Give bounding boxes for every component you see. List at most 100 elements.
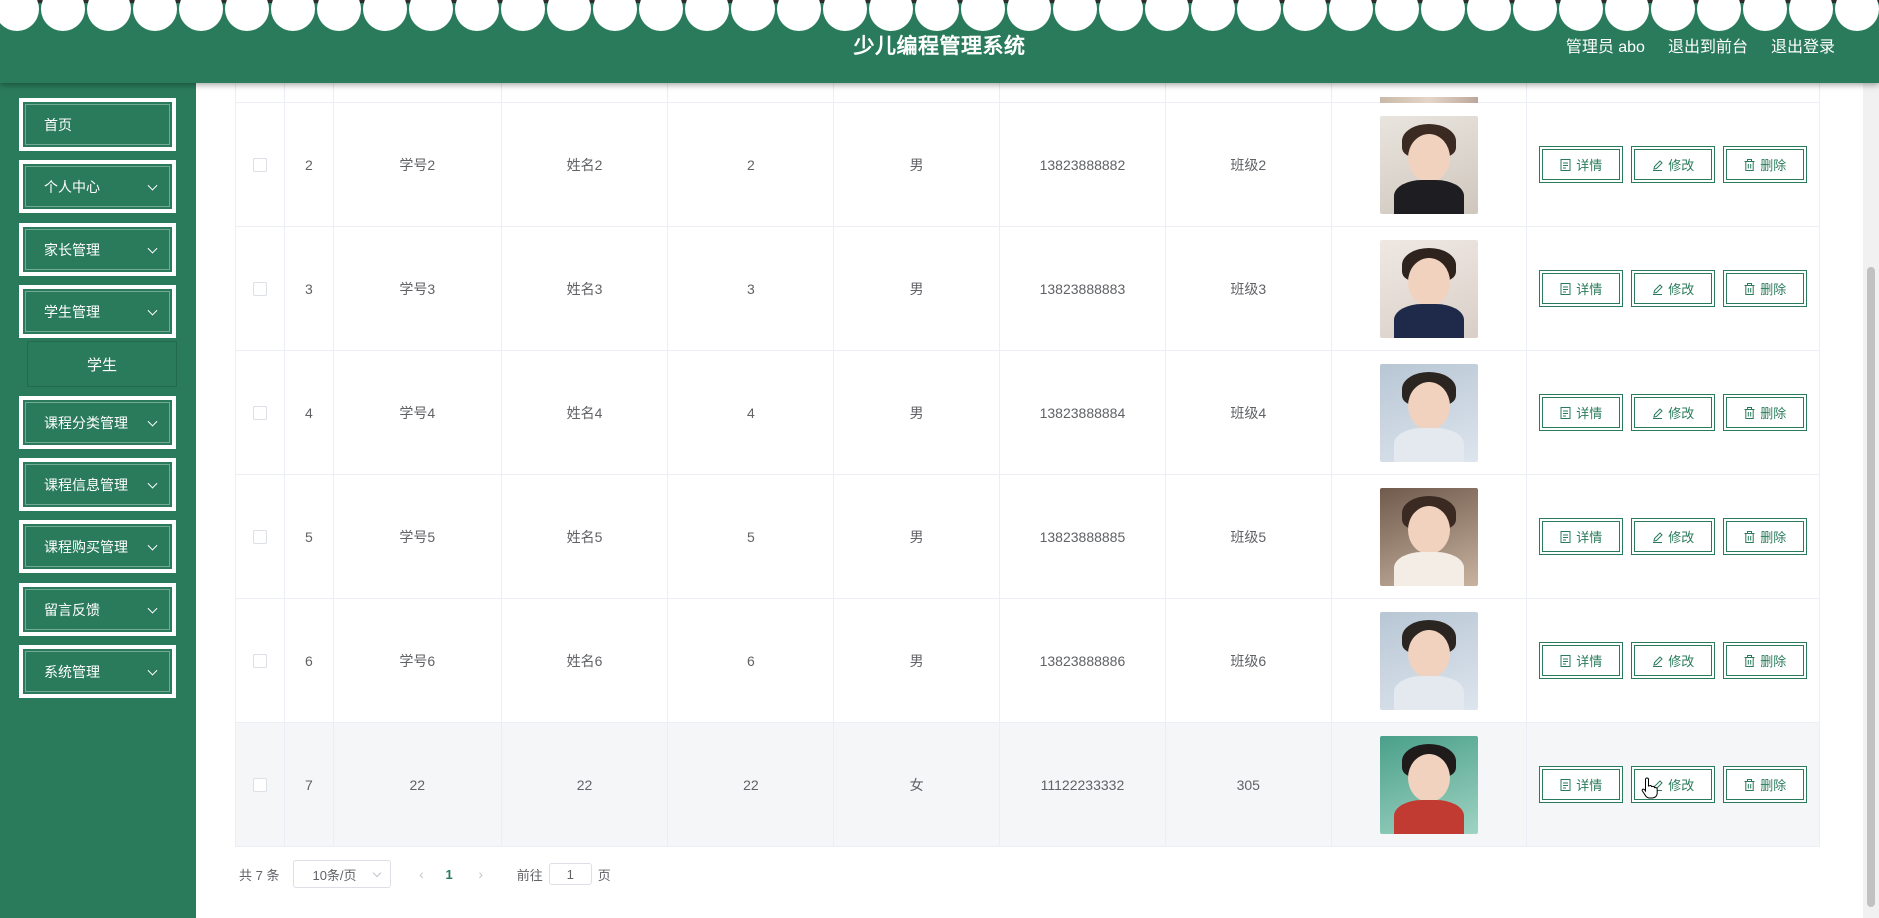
detail-button[interactable]: 详情 [1539, 518, 1624, 555]
prev-page-button[interactable]: ‹ [411, 866, 431, 882]
select-cell [236, 103, 285, 226]
trash-icon [1744, 654, 1755, 667]
scallop-shape [1651, 0, 1695, 31]
student-no-cell: 学号3 [334, 227, 502, 350]
sidebar-item-home[interactable]: 首页 [19, 98, 176, 151]
class-cell: 班级4 [1166, 351, 1332, 474]
age-cell: 3 [668, 227, 835, 350]
select-cell [236, 227, 285, 350]
detail-button-label: 详情 [1576, 282, 1603, 297]
trash-icon [1744, 282, 1755, 295]
trash-icon [1744, 158, 1755, 171]
sidebar-subitem-student[interactable]: 学生 [27, 341, 177, 387]
exit-to-front-link[interactable]: 退出到前台 [1668, 33, 1748, 57]
detail-button[interactable]: 详情 [1539, 270, 1624, 307]
page-number-current[interactable]: 1 [445, 867, 452, 882]
row-checkbox[interactable] [252, 157, 267, 172]
name-cell: 姓名5 [502, 475, 669, 598]
name-cell: 姓名6 [502, 599, 669, 722]
table-row: 7 22 22 22 女 11122233332 305 详情 修改 删除 [236, 723, 1819, 847]
table-row: 6 学号6 姓名6 6 男 13823888886 班级6 详情 修改 删除 [236, 599, 1819, 723]
main-content: 2 学号2 姓名2 2 男 13823888882 班级2 详情 修改 删除 3 学号3 姓名3 3 男 13… [196, 83, 1863, 918]
edit-button-label: 修改 [1668, 158, 1695, 173]
phone-cell: 13823888886 [1000, 599, 1166, 722]
edit-button[interactable]: 修改 [1631, 518, 1716, 555]
row-checkbox[interactable] [252, 653, 267, 668]
sidebar-item-parent-management[interactable]: 家长管理 [19, 223, 176, 276]
index-cell: 5 [285, 475, 334, 598]
page-size-select[interactable]: 10条/页 [293, 860, 392, 888]
edit-button[interactable]: 修改 [1631, 642, 1716, 679]
photo-cell [1332, 227, 1528, 350]
edit-button[interactable]: 修改 [1631, 270, 1716, 307]
sidebar-item-label: 系统管理 [44, 663, 100, 680]
delete-button[interactable]: 删除 [1723, 394, 1808, 431]
document-icon [1560, 406, 1571, 419]
phone-cell: 13823888884 [1000, 351, 1166, 474]
detail-button[interactable]: 详情 [1539, 766, 1624, 803]
delete-button[interactable]: 删除 [1723, 270, 1808, 307]
index-cell: 7 [285, 723, 334, 846]
select-cell [236, 351, 285, 474]
detail-button[interactable]: 详情 [1539, 146, 1624, 183]
student-no-cell: 学号5 [334, 475, 502, 598]
pagination-total: 共 7 条 [239, 867, 280, 883]
sidebar-item-system-management[interactable]: 系统管理 [19, 645, 176, 698]
name-cell: 姓名2 [502, 103, 669, 226]
header-nav: 管理员 abo 退出到前台 退出登录 [1566, 33, 1835, 57]
delete-button[interactable]: 删除 [1723, 766, 1808, 803]
sidebar-item-label: 家长管理 [44, 241, 100, 258]
row-checkbox[interactable] [252, 281, 267, 296]
scallop-shape [639, 0, 683, 31]
row-checkbox[interactable] [252, 405, 267, 420]
class-cell: 班级5 [1166, 475, 1332, 598]
scallop-shape [685, 0, 729, 31]
scallop-shape [961, 0, 1005, 31]
document-icon [1560, 654, 1571, 667]
edit-button[interactable]: 修改 [1631, 146, 1716, 183]
pencil-icon [1653, 531, 1663, 543]
scallop-shape [1237, 0, 1281, 31]
scallop-shape [1421, 0, 1465, 31]
scallop-shape [1743, 0, 1787, 31]
goto-page-input[interactable] [548, 863, 592, 885]
age-cell: 2 [668, 103, 835, 226]
scallop-shape [317, 0, 361, 31]
sidebar-item-personal-center[interactable]: 个人中心 [19, 160, 176, 213]
logout-link[interactable]: 退出登录 [1771, 33, 1835, 57]
sidebar-item-feedback[interactable]: 留言反馈 [19, 583, 176, 636]
sidebar-item-label: 留言反馈 [44, 601, 100, 618]
detail-button[interactable]: 详情 [1539, 642, 1624, 679]
class-cell: 班级6 [1166, 599, 1332, 722]
sidebar-item-course-category[interactable]: 课程分类管理 [19, 396, 176, 449]
actions-cell: 详情 修改 删除 [1527, 351, 1819, 474]
name-cell: 22 [502, 723, 669, 846]
delete-button[interactable]: 删除 [1723, 518, 1808, 555]
trash-icon [1744, 778, 1755, 791]
student-photo [1380, 487, 1479, 586]
sidebar-item-course-purchase[interactable]: 课程购买管理 [19, 520, 176, 573]
next-page-button[interactable]: › [471, 866, 491, 882]
scrollbar-thumb[interactable] [1867, 267, 1875, 907]
row-checkbox[interactable] [252, 777, 267, 792]
page-scrollbar[interactable] [1863, 83, 1879, 918]
phone-cell: 13823888882 [1000, 103, 1166, 226]
index-cell: 6 [285, 599, 334, 722]
photo-cell [1332, 599, 1528, 722]
sidebar-item-label: 个人中心 [44, 178, 100, 195]
delete-button[interactable]: 删除 [1723, 642, 1808, 679]
scallop-shape [593, 0, 637, 31]
delete-button[interactable]: 删除 [1723, 146, 1808, 183]
scallop-shape [1053, 0, 1097, 31]
edit-button[interactable]: 修改 [1631, 394, 1716, 431]
sidebar-item-student-management[interactable]: 学生管理 [19, 285, 176, 338]
row-checkbox[interactable] [252, 529, 267, 544]
gender-cell: 男 [834, 599, 1001, 722]
detail-button[interactable]: 详情 [1539, 394, 1624, 431]
delete-button-label: 删除 [1760, 282, 1787, 297]
actions-cell: 详情 修改 删除 [1527, 599, 1819, 722]
student-photo [1380, 735, 1479, 834]
sidebar-item-label: 首页 [44, 116, 72, 133]
edit-button-label: 修改 [1668, 654, 1695, 669]
sidebar-item-course-info[interactable]: 课程信息管理 [19, 458, 176, 511]
